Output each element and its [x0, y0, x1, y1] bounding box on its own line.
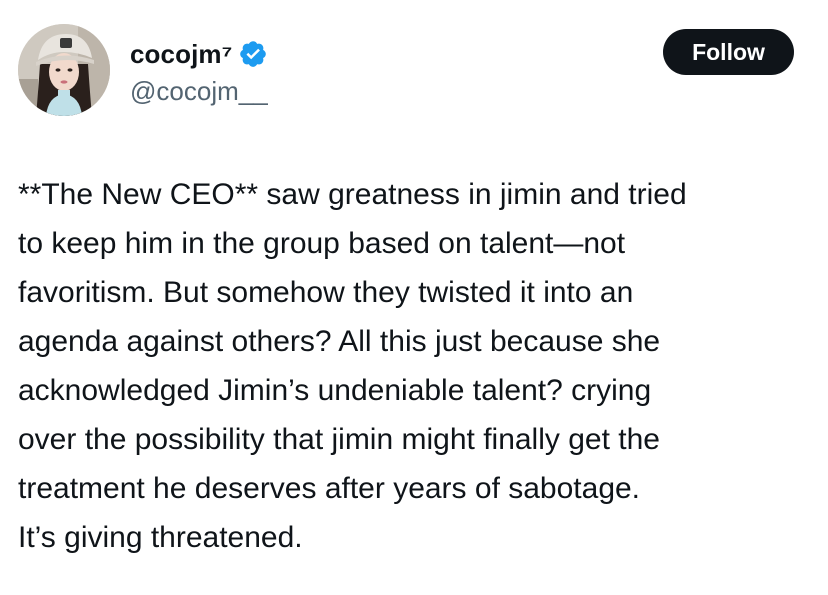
tweet-text: **The New CEO** saw greatness in jimin a…: [18, 178, 687, 554]
follow-button[interactable]: Follow: [663, 29, 794, 75]
tweet-header: cocojm⁷ @cocojm__ Follow: [0, 0, 828, 140]
profile-photo-icon: [18, 24, 110, 116]
author-handle[interactable]: @cocojm__: [130, 76, 268, 107]
author-display-name[interactable]: cocojm⁷: [130, 39, 232, 70]
avatar[interactable]: [18, 24, 110, 116]
verified-badge-icon: [238, 39, 268, 69]
author-name-row: cocojm⁷: [130, 36, 268, 72]
